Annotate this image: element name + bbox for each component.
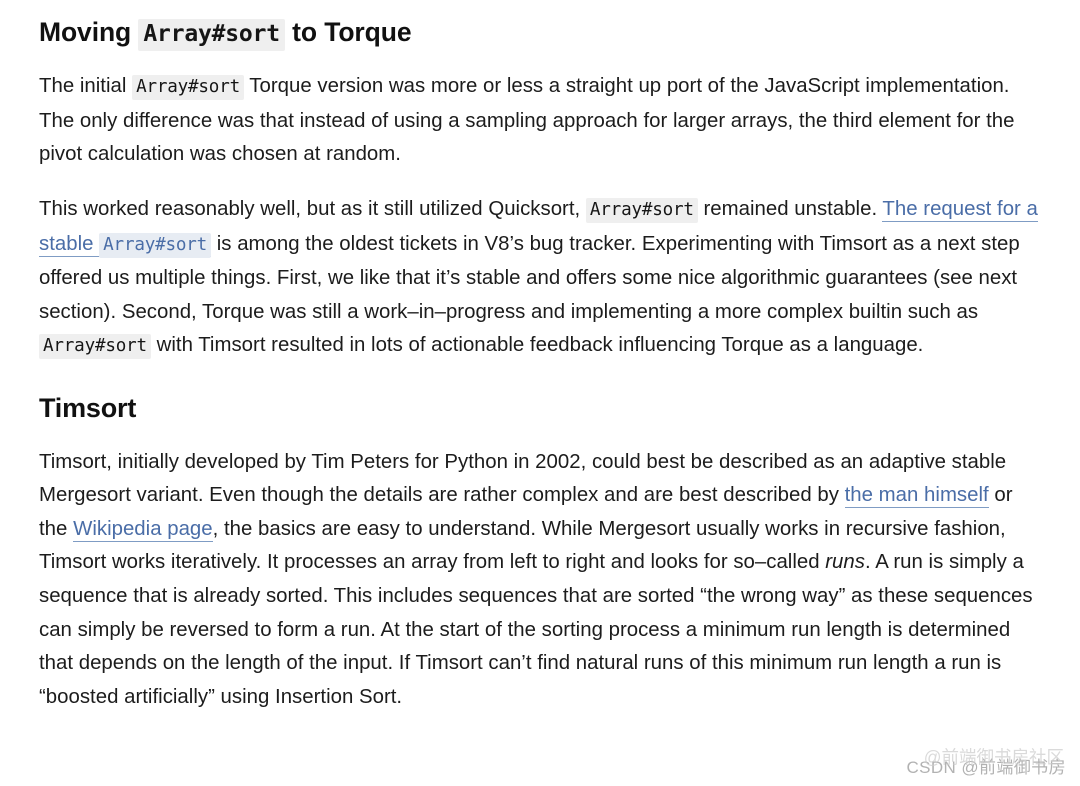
paragraph-stability-text-2: remained unstable.	[697, 197, 883, 220]
page-title-text-after: to Torque	[284, 17, 412, 47]
emphasis-runs: runs	[825, 551, 865, 574]
section-heading-timsort: Timsort	[39, 392, 137, 423]
paragraph-intro-text-1: The initial	[39, 75, 133, 98]
inline-code-array-sort: Array#sort	[39, 334, 151, 360]
paragraph-stability-text-4: with Timsort resulted in lots of actiona…	[150, 334, 924, 357]
inline-code-array-sort: Array#sort	[99, 232, 212, 258]
paragraph-timsort-text-4: . A run is simply a sequence that is alr…	[39, 551, 1033, 708]
paragraph-stability-text-1: This worked reasonably well, but as it s…	[39, 197, 586, 220]
paragraph-stability: This worked reasonably well, but as it s…	[39, 172, 1040, 364]
inline-code-array-sort: Array#sort	[585, 197, 698, 223]
page-title-text-before: Moving	[39, 17, 139, 47]
watermark: @前端御书房社区 CSDN @前端御书房	[906, 747, 1066, 778]
link-the-man-himself[interactable]: the man himself	[844, 484, 989, 509]
paragraph-timsort-overview: Timsort, initially developed by Tim Pete…	[39, 426, 1040, 715]
paragraph-intro: The initial Array#sort Torque version wa…	[39, 49, 1040, 172]
page-title: Moving Array#sort to Torque	[39, 8, 1040, 51]
link-wikipedia-page[interactable]: Wikipedia page	[73, 517, 213, 542]
watermark-text: CSDN @前端御书房	[906, 758, 1066, 777]
inline-code-array-sort: Array#sort	[138, 19, 285, 51]
article-body: Moving Array#sort to Torque The initial …	[0, 0, 1080, 786]
watermark-ghost-text: @前端御书房社区	[923, 746, 1064, 768]
inline-code-array-sort: Array#sort	[132, 75, 244, 101]
